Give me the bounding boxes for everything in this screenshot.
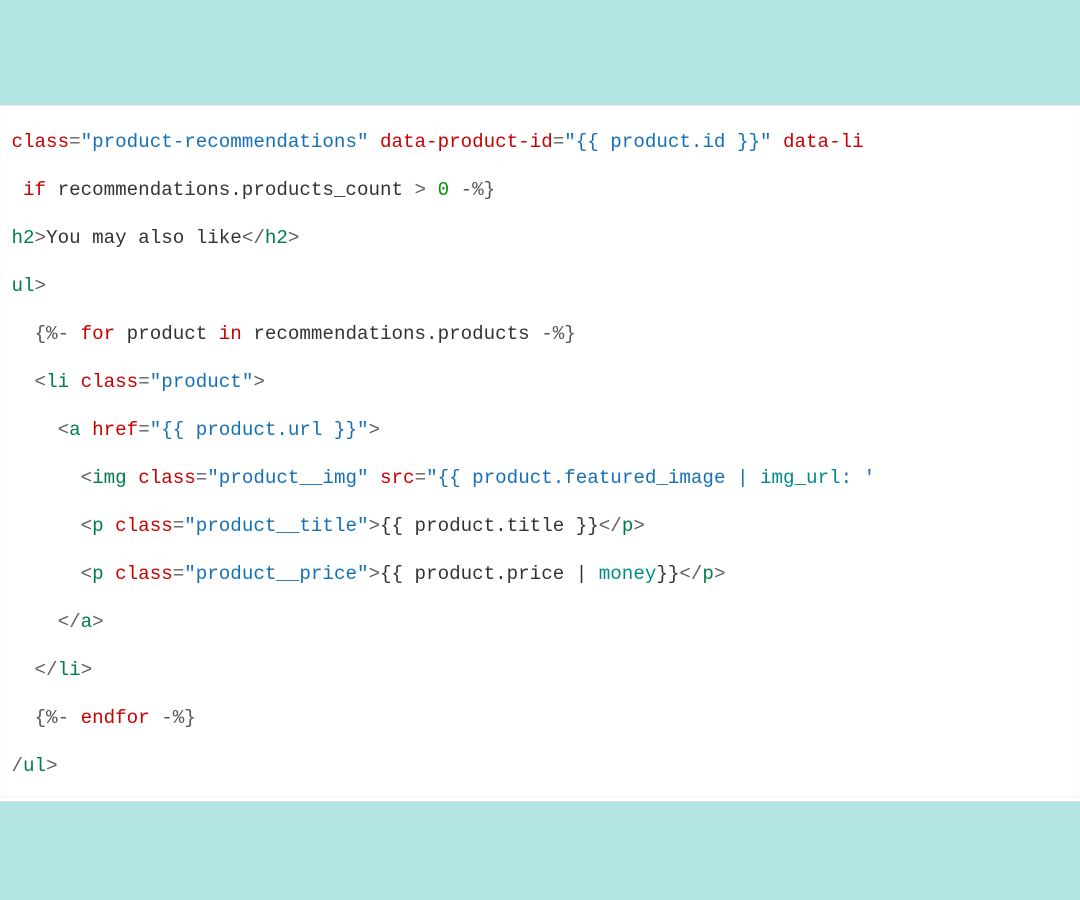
code-line: </li> bbox=[0, 659, 92, 681]
code-line: h2>You may also like</h2> bbox=[0, 227, 299, 249]
code-line: class="product-recommendations" data-pro… bbox=[0, 131, 864, 153]
code-editor-content[interactable]: class="product-recommendations" data-pro… bbox=[0, 106, 1080, 798]
code-line: if recommendations.products_count > 0 -%… bbox=[0, 179, 495, 201]
code-line: ul> bbox=[0, 275, 46, 297]
code-block: class="product-recommendations" data-pro… bbox=[0, 106, 1080, 798]
code-line: <a href="{{ product.url }}"> bbox=[0, 419, 380, 441]
code-line: </a> bbox=[0, 611, 104, 633]
code-line: <img class="product__img" src="{{ produc… bbox=[0, 467, 875, 489]
code-editor-panel: class="product-recommendations" data-pro… bbox=[0, 105, 1080, 802]
code-line: /ul> bbox=[0, 755, 58, 777]
code-line: <p class="product__price">{{ product.pri… bbox=[0, 563, 725, 585]
code-line: <li class="product"> bbox=[0, 371, 265, 393]
code-line: {%- for product in recommendations.produ… bbox=[0, 323, 576, 345]
code-line: <p class="product__title">{{ product.tit… bbox=[0, 515, 645, 537]
code-line: {%- endfor -%} bbox=[0, 707, 196, 729]
